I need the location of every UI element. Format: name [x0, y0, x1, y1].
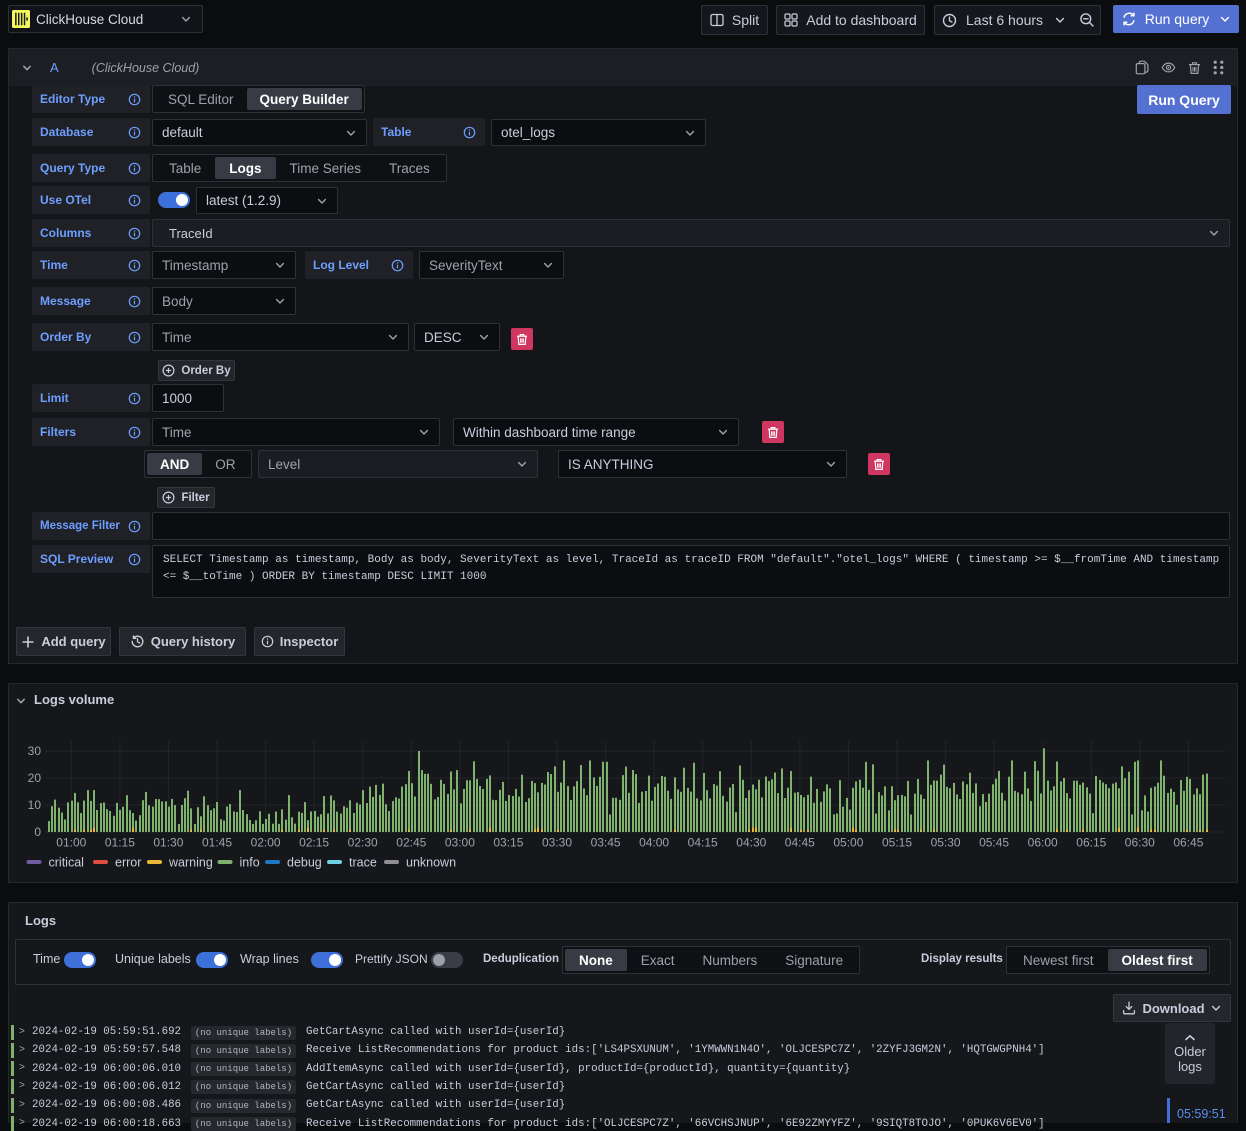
svg-text:warning: warning — [168, 856, 213, 870]
svg-text:10: 10 — [28, 798, 42, 812]
svg-text:04:30: 04:30 — [736, 836, 766, 850]
svg-text:04:15: 04:15 — [688, 836, 718, 850]
svg-text:30: 30 — [28, 744, 42, 758]
svg-text:04:00: 04:00 — [639, 836, 669, 850]
svg-text:06:45: 06:45 — [1173, 836, 1203, 850]
svg-text:05:45: 05:45 — [979, 836, 1009, 850]
svg-text:debug: debug — [287, 856, 322, 870]
svg-text:20: 20 — [28, 771, 42, 785]
svg-text:error: error — [115, 856, 141, 870]
svg-text:05:15: 05:15 — [882, 836, 912, 850]
svg-text:06:30: 06:30 — [1125, 836, 1155, 850]
svg-text:04:45: 04:45 — [785, 836, 815, 850]
svg-text:01:15: 01:15 — [105, 836, 135, 850]
svg-text:02:45: 02:45 — [396, 836, 426, 850]
svg-text:trace: trace — [349, 856, 377, 870]
svg-text:unknown: unknown — [406, 856, 456, 870]
svg-text:05:30: 05:30 — [931, 836, 961, 850]
svg-text:05:00: 05:00 — [833, 836, 863, 850]
svg-text:03:00: 03:00 — [445, 836, 475, 850]
svg-text:03:15: 03:15 — [493, 836, 523, 850]
svg-text:02:15: 02:15 — [299, 836, 329, 850]
svg-text:0: 0 — [34, 825, 41, 839]
svg-text:03:45: 03:45 — [591, 836, 621, 850]
svg-text:critical: critical — [49, 856, 84, 870]
svg-text:03:30: 03:30 — [542, 836, 572, 850]
svg-text:02:00: 02:00 — [251, 836, 281, 850]
svg-text:06:15: 06:15 — [1076, 836, 1106, 850]
svg-text:01:30: 01:30 — [153, 836, 183, 850]
svg-text:01:45: 01:45 — [202, 836, 232, 850]
svg-text:02:30: 02:30 — [348, 836, 378, 850]
svg-text:info: info — [240, 856, 260, 870]
svg-text:06:00: 06:00 — [1028, 836, 1058, 850]
svg-text:01:00: 01:00 — [56, 836, 86, 850]
